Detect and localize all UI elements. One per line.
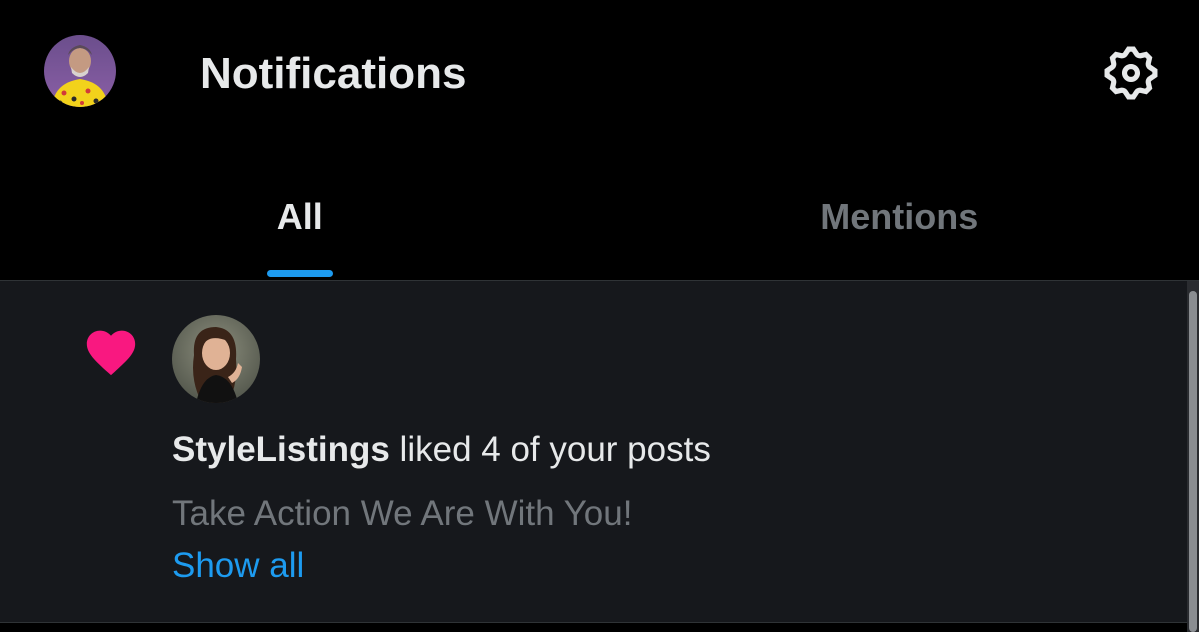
- notifications-screen: Notifications All Mentions StyleListings…: [0, 0, 1199, 632]
- notification-tabs: All Mentions: [0, 145, 1199, 280]
- notification-action: liked 4 of your posts: [389, 430, 711, 469]
- tab-all-label: All: [276, 196, 323, 237]
- page-title: Notifications: [200, 49, 467, 98]
- profile-avatar[interactable]: [44, 35, 116, 107]
- post-preview: Take Action We Are With You!: [172, 494, 633, 533]
- heart-icon: [82, 323, 140, 377]
- tab-mentions-label: Mentions: [820, 196, 979, 237]
- show-all-link[interactable]: Show all: [172, 545, 304, 587]
- avatar-image: [44, 35, 116, 107]
- settings-button[interactable]: [1100, 42, 1162, 104]
- header: Notifications: [0, 0, 1199, 145]
- scrollbar-thumb[interactable]: [1189, 291, 1197, 632]
- notification-username[interactable]: StyleListings: [172, 430, 390, 469]
- user-avatar[interactable]: [172, 315, 260, 403]
- notification-item[interactable]: StyleListings liked 4 of your posts Take…: [0, 281, 1187, 622]
- tab-mentions[interactable]: Mentions: [600, 145, 1199, 280]
- gear-icon: [1104, 46, 1158, 100]
- user-avatar-image: [172, 315, 260, 403]
- notification-text: StyleListings liked 4 of your posts: [172, 429, 711, 471]
- scrollbar[interactable]: [1187, 281, 1199, 632]
- active-tab-indicator: [266, 270, 333, 277]
- notification-divider: [0, 622, 1187, 623]
- tab-all[interactable]: All: [0, 145, 600, 280]
